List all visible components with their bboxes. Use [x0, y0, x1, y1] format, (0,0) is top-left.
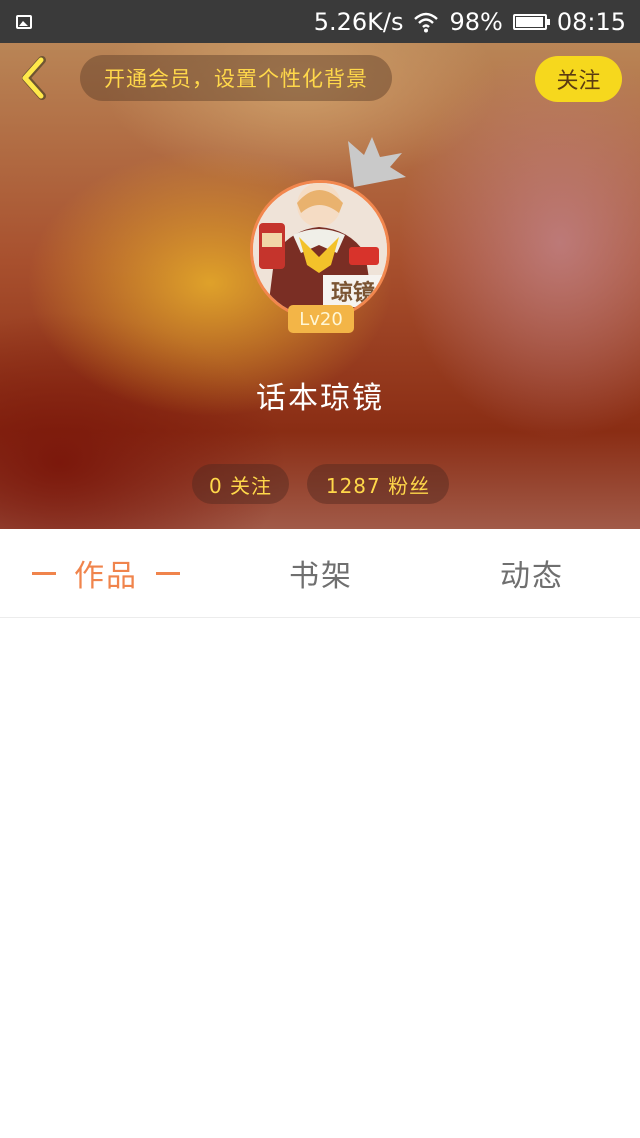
tab-bookshelf[interactable]: 书架 [289, 529, 353, 617]
battery-percent: 98% [449, 7, 503, 36]
network-speed: 5.26K/s [313, 7, 404, 36]
fans-count[interactable]: 1287 粉丝 [307, 464, 449, 504]
clock: 08:15 [556, 7, 626, 36]
profile-header: 开通会员，设置个性化背景 关注 琼镜 Lv20 话本琼镜 0 关注 1287 粉… [0, 43, 640, 529]
status-right: 5.26K/s 98% 08:15 [314, 8, 626, 36]
battery-icon [512, 13, 550, 30]
tab-content-area [0, 618, 640, 1138]
level-badge: Lv20 [288, 305, 354, 333]
status-bar: 5.26K/s 98% 08:15 [0, 0, 640, 43]
tab-label: 动态 [500, 559, 564, 594]
active-indicator-left [32, 571, 56, 575]
tab-works[interactable]: 作品 [32, 529, 180, 617]
wifi-icon [414, 12, 439, 32]
vip-background-prompt[interactable]: 开通会员，设置个性化背景 [80, 55, 392, 101]
avatar-text: 琼镜 [331, 280, 375, 306]
back-arrow-icon [22, 56, 46, 100]
image-notification-icon [16, 14, 32, 29]
avatar-illustration: 琼镜 [253, 183, 387, 317]
profile-tabs: 作品 书架 动态 [0, 529, 640, 618]
follow-button[interactable]: 关注 [535, 56, 622, 102]
following-count[interactable]: 0 关注 [192, 464, 289, 504]
avatar[interactable]: 琼镜 [250, 180, 390, 320]
tab-label: 作品 [74, 559, 138, 594]
username: 话本琼镜 [256, 381, 384, 416]
back-button[interactable] [14, 55, 54, 101]
tab-label: 书架 [289, 559, 353, 594]
crown-icon [348, 137, 406, 187]
tab-activity[interactable]: 动态 [500, 529, 564, 617]
active-indicator-right [156, 571, 180, 575]
